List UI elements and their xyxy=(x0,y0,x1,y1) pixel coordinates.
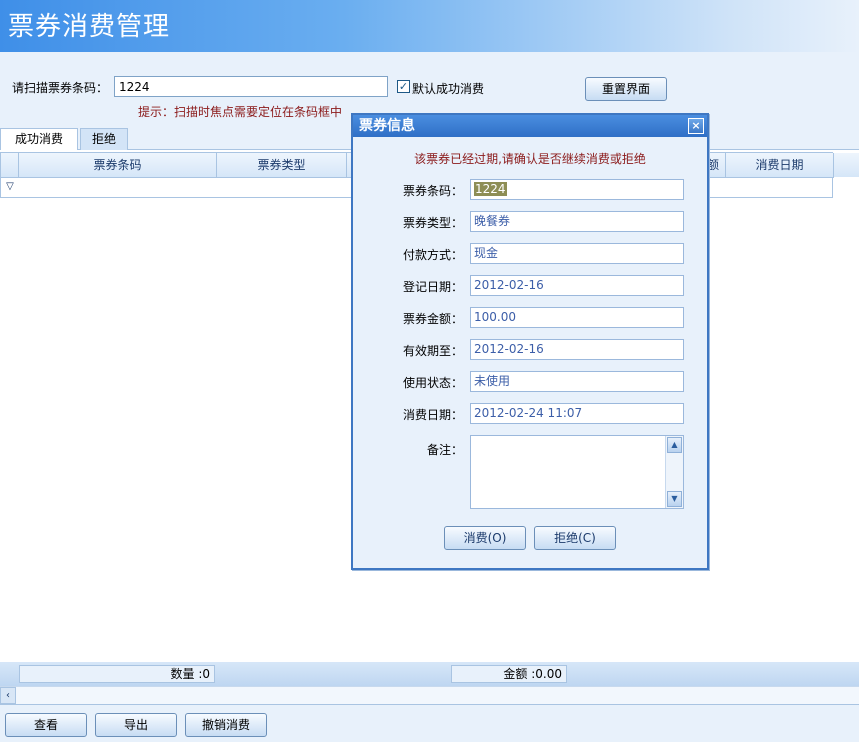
barcode-value: 1224 xyxy=(474,182,507,196)
cancel-consume-button[interactable]: 撤销消费 xyxy=(185,713,267,737)
status-label: 使用状态： xyxy=(402,376,463,390)
close-icon[interactable]: × xyxy=(688,118,704,134)
amount-field[interactable]: 100.00 xyxy=(470,307,684,328)
valid-until-field[interactable]: 2012-02-16 xyxy=(470,339,684,360)
action-bar: 查看 导出 撤销消费 xyxy=(0,704,859,742)
column-header-type[interactable]: 票券类型 xyxy=(217,153,347,177)
status-field[interactable]: 未使用 xyxy=(470,371,684,392)
column-header-barcode[interactable]: 票券条码 xyxy=(19,153,217,177)
scroll-up-icon[interactable]: ▲ xyxy=(667,437,682,453)
consume-button[interactable]: 消费(O) xyxy=(444,526,526,550)
consume-date-label: 消费日期： xyxy=(402,408,463,422)
default-success-checkbox[interactable]: ✓ xyxy=(397,80,410,93)
valid-until-label: 有效期至： xyxy=(402,344,463,358)
reset-button[interactable]: 重置界面 xyxy=(585,77,667,101)
memo-scrollbar[interactable]: ▲ ▼ xyxy=(665,436,683,508)
view-button[interactable]: 查看 xyxy=(5,713,87,737)
export-button[interactable]: 导出 xyxy=(95,713,177,737)
barcode-label: 票券条码： xyxy=(402,184,463,198)
dialog-title: 票券信息 xyxy=(353,115,707,137)
barcode-input[interactable] xyxy=(114,76,388,97)
filter-icon[interactable]: ▽ xyxy=(3,180,17,194)
tab-reject[interactable]: 拒绝 xyxy=(80,128,128,150)
count-summary: 数量 :0 xyxy=(19,665,215,683)
register-date-label: 登记日期： xyxy=(402,280,463,294)
reject-button[interactable]: 拒绝(C) xyxy=(534,526,616,550)
register-date-field[interactable]: 2012-02-16 xyxy=(470,275,684,296)
column-header-consume-date[interactable]: 消费日期 xyxy=(726,153,834,177)
consume-date-field[interactable]: 2012-02-24 11:07 xyxy=(470,403,684,424)
payment-field[interactable]: 现金 xyxy=(470,243,684,264)
scan-hint: 提示：扫描时焦点需要定位在条码框中 xyxy=(138,105,343,119)
expired-warning: 该票券已经过期,请确认是否继续消费或拒绝 xyxy=(414,152,646,166)
payment-label: 付款方式： xyxy=(402,248,463,262)
amount-summary: 金额 :0.00 xyxy=(451,665,567,683)
amount-label: 票券金额： xyxy=(402,312,463,326)
tab-success[interactable]: 成功消费 xyxy=(0,128,78,150)
type-label: 票券类型： xyxy=(402,216,463,230)
scroll-down-icon[interactable]: ▼ xyxy=(667,491,682,507)
barcode-field[interactable]: 1224 xyxy=(470,179,684,200)
title-bar: 票券消费管理 xyxy=(0,0,859,52)
app-title: 票券消费管理 xyxy=(8,12,171,42)
default-success-label[interactable]: 默认成功消费 xyxy=(412,80,484,97)
type-field[interactable]: 晚餐券 xyxy=(470,211,684,232)
scan-label: 请扫描票券条码： xyxy=(12,81,109,95)
ticket-info-dialog: 票券信息 × 该票券已经过期,请确认是否继续消费或拒绝 票券条码： 1224 票… xyxy=(351,113,709,570)
row-indicator-header xyxy=(1,153,19,177)
memo-textarea[interactable]: ▲ ▼ xyxy=(470,435,684,509)
memo-label: 备注： xyxy=(426,443,463,457)
scroll-left-icon[interactable]: ‹ xyxy=(0,687,16,704)
summary-bar: 数量 :0 金额 :0.00 xyxy=(0,662,859,686)
horizontal-scrollbar[interactable]: ‹ xyxy=(0,686,859,704)
